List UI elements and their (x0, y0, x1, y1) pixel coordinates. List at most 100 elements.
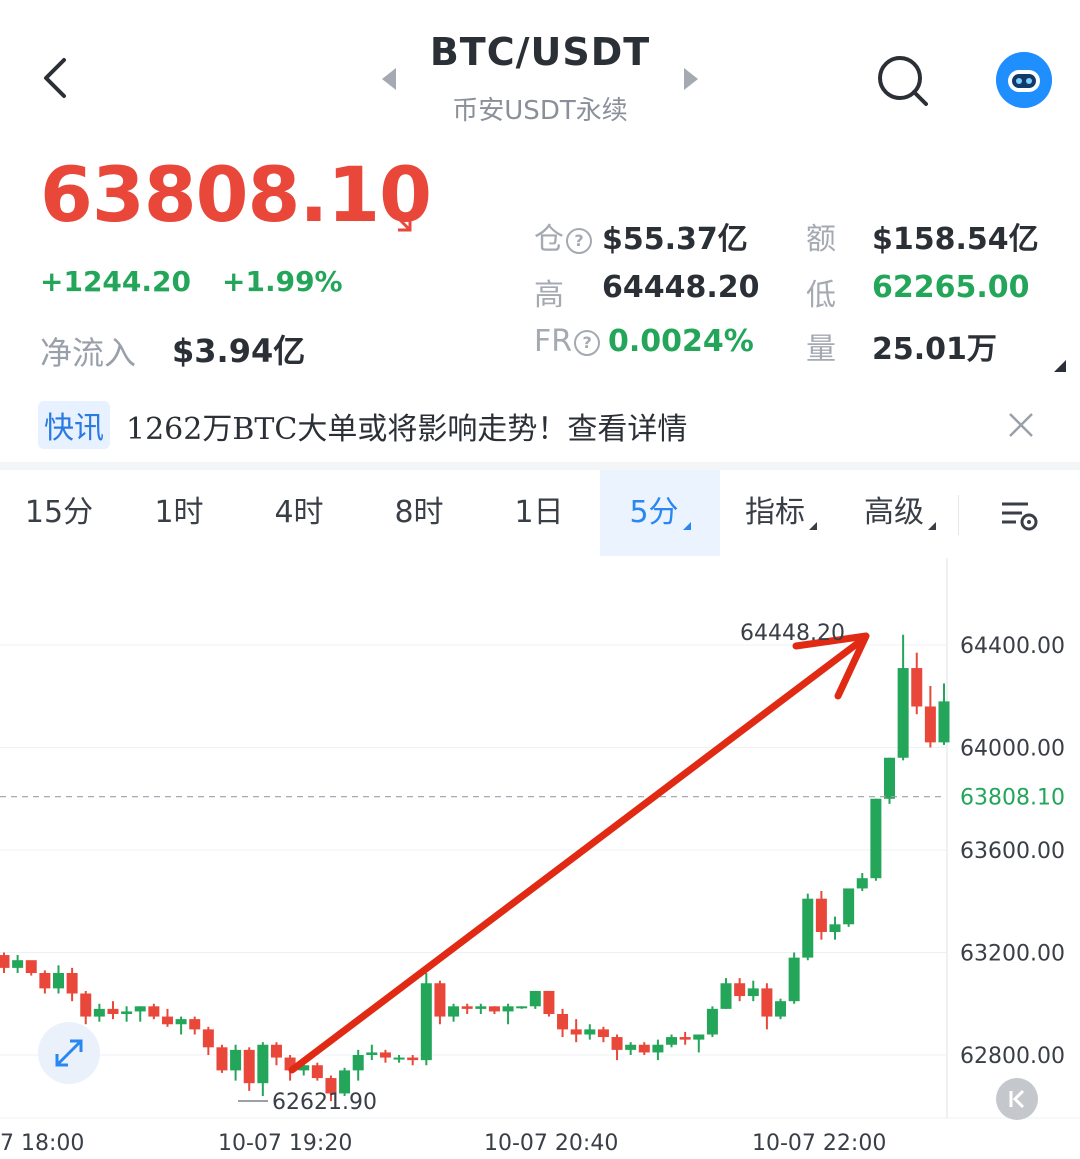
tab-separator (958, 495, 959, 535)
funding-rate-label: FR? (534, 324, 601, 359)
candle-body (529, 990, 541, 1007)
amount-label: 额 (806, 222, 836, 257)
candle-body (107, 1008, 119, 1014)
candle-body (0, 955, 10, 968)
candle-body (924, 706, 936, 743)
candle-body (230, 1049, 242, 1071)
amount-value: $158.54亿 (872, 222, 1039, 257)
candle-body (134, 1006, 146, 1012)
y-tick-label: 64000.00 (960, 737, 1065, 762)
x-tick-label: 10-07 20:40 (484, 1131, 618, 1156)
candle-body (52, 973, 64, 989)
candle-body (788, 957, 800, 1002)
candle-body (843, 888, 855, 925)
candle-body (747, 988, 759, 997)
candle-body (693, 1034, 705, 1040)
candle-body (475, 1006, 487, 1009)
candle-body (12, 960, 24, 968)
candle-body (393, 1057, 405, 1060)
candle-body (202, 1029, 214, 1048)
close-icon[interactable] (1004, 408, 1038, 442)
volume-value: 25.01万 (872, 332, 997, 367)
high-marker-label: 64448.20 (740, 621, 845, 646)
low-value: 62265.00 (872, 270, 1030, 305)
help-icon[interactable]: ? (574, 329, 601, 356)
candle-body (257, 1044, 269, 1084)
low-marker-label: 62621.90 (272, 1090, 377, 1115)
candle-body (175, 1019, 187, 1025)
candle-body (543, 990, 555, 1014)
high-label: 高 (534, 278, 564, 313)
news-tag: 快讯 (38, 401, 110, 449)
candle-body (611, 1037, 623, 1050)
candle-body (379, 1052, 391, 1058)
fullscreen-expand-icon[interactable] (38, 1022, 100, 1084)
candle-body (897, 668, 909, 758)
candle-body (679, 1037, 691, 1040)
candle-body (448, 1006, 460, 1017)
x-tick-label: 7 18:00 (0, 1131, 84, 1156)
candle-body (597, 1029, 609, 1038)
candlestick-chart[interactable]: 64400.00 64000.00 63600.00 63200.00 62800.00… (0, 558, 1080, 1159)
candle-body (516, 1006, 528, 1009)
candle-body (161, 1016, 173, 1025)
candle-body (80, 993, 92, 1017)
scroll-to-latest-icon[interactable] (996, 1078, 1038, 1120)
candle-body (652, 1044, 664, 1053)
tab-indicators[interactable]: 指标 (722, 470, 840, 556)
candle-body (434, 983, 446, 1017)
candle-body (189, 1019, 201, 1030)
expand-stats-icon[interactable] (1054, 360, 1066, 372)
netflow-value: $3.94亿 (172, 332, 306, 370)
tab-15m[interactable]: 15分 (0, 470, 118, 556)
price-down-arrow-icon (390, 210, 412, 232)
pair-title: BTC/USDT (429, 30, 651, 74)
candle-body (720, 983, 732, 1009)
tab-4h[interactable]: 4时 (240, 470, 358, 556)
candle-body (884, 757, 896, 799)
tab-advanced[interactable]: 高级 (842, 470, 958, 556)
tab-1h[interactable]: 1时 (120, 470, 238, 556)
y-tick-label: 64400.00 (960, 634, 1065, 659)
candle-body (815, 898, 827, 932)
x-tick-label: 10-07 22:00 (752, 1131, 886, 1156)
y-tick-label: 62800.00 (960, 1044, 1065, 1069)
robot-avatar-icon[interactable] (996, 52, 1052, 108)
candle-body (570, 1029, 582, 1035)
candle-body (938, 701, 950, 743)
candle-body (829, 924, 841, 932)
volume-label: 量 (806, 332, 836, 367)
tab-8h[interactable]: 8时 (360, 470, 478, 556)
exchange-subtitle: 币安USDT永续 (452, 96, 628, 126)
candle-body (734, 983, 746, 997)
candle-body (121, 1011, 133, 1014)
candle-body (216, 1047, 228, 1071)
candle-body (856, 878, 868, 889)
y-tick-label: 63200.00 (960, 942, 1065, 967)
candle-body (761, 988, 773, 1017)
open-interest-value: $55.37亿 (602, 222, 748, 257)
candle-body (911, 668, 923, 707)
price-change-absolute: +1244.20 (40, 265, 191, 298)
netflow-label: 净流入 (40, 334, 137, 372)
search-icon[interactable] (872, 50, 932, 110)
news-headline-link[interactable]: 1262万BTC大单或将影响走势！查看详情 (126, 404, 687, 448)
section-divider (0, 462, 1080, 470)
price-change-percent: +1.99% (222, 265, 343, 298)
candle-body (461, 1006, 473, 1009)
candle-body (352, 1055, 364, 1071)
candle-body (666, 1037, 678, 1045)
last-price: 63808.10 (40, 150, 432, 239)
candle-body (25, 960, 37, 973)
back-icon[interactable] (30, 48, 80, 108)
y-tick-label: 63600.00 (960, 839, 1065, 864)
help-icon[interactable]: ? (566, 227, 592, 254)
next-pair-icon[interactable] (680, 62, 702, 96)
candle-body (775, 1001, 787, 1017)
x-tick-label: 10-07 19:20 (218, 1131, 352, 1156)
tab-5m[interactable]: 5分 (600, 470, 720, 556)
tab-1d[interactable]: 1日 (480, 470, 598, 556)
candle-body (584, 1029, 596, 1035)
chart-settings-icon[interactable] (998, 494, 1040, 536)
candle-body (870, 798, 882, 879)
